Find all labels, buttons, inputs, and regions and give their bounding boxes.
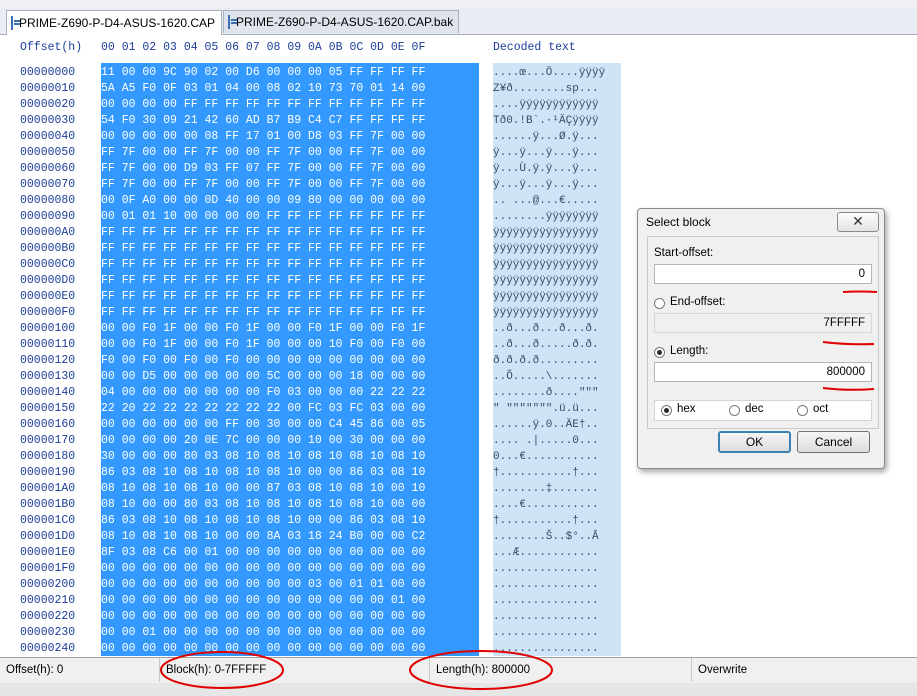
underline-end-offset — [822, 341, 875, 346]
underline-length — [822, 387, 875, 391]
underline-start-offset — [842, 290, 878, 293]
circle-length-status — [409, 650, 553, 690]
red-annotations — [160, 290, 878, 690]
circle-block-status — [160, 651, 284, 689]
